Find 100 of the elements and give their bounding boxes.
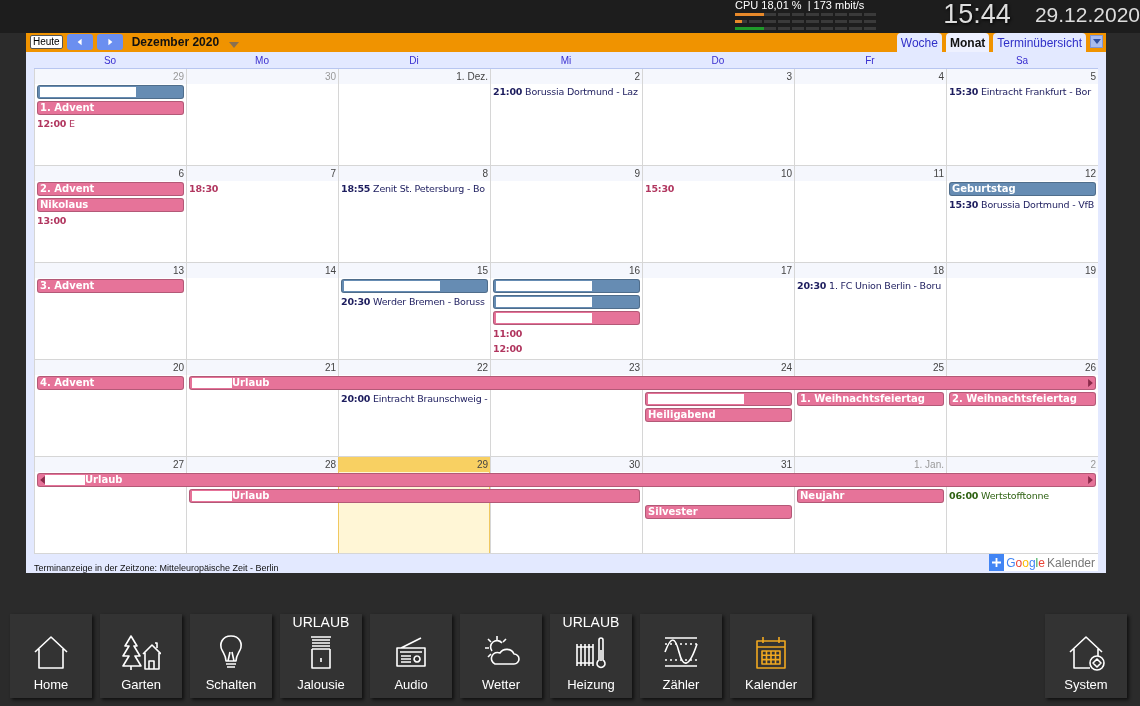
day-number: 14 — [187, 263, 338, 278]
day-number: 1. Jan. — [795, 457, 946, 472]
day-number: 6 — [35, 166, 186, 181]
event-entry[interactable]: 13:00 — [34, 213, 186, 228]
nav-tile[interactable]: Audio — [370, 614, 452, 698]
day-number: 22 — [339, 360, 490, 375]
day-number: 31 — [643, 457, 794, 472]
day-number: 15 — [339, 263, 490, 278]
nav-tile[interactable]: System — [1045, 614, 1127, 698]
nav-tile[interactable]: URLAUB Heizung — [550, 614, 632, 698]
event-bar[interactable]: Geburtstag — [949, 182, 1096, 196]
nav-tile[interactable]: Kalender — [730, 614, 812, 698]
event-entry[interactable]: 11:00 — [490, 326, 642, 341]
day-number: 2 — [947, 457, 1098, 472]
event-entry[interactable]: 15:30 — [642, 181, 794, 197]
date-text: 29.12.2020 — [1034, 2, 1140, 28]
event-title: Urlaub — [232, 489, 270, 503]
event-entry[interactable]: 20:30 Werder Bremen - Boruss — [338, 294, 490, 310]
timezone-note: Terminanzeige in der Zeitzone: Mitteleuropäische Zeit - Berlin — [34, 562, 279, 574]
add-calendar-button[interactable]: Google Kalender — [989, 554, 1098, 571]
day-number: 21 — [187, 360, 338, 375]
day-number: 30 — [491, 457, 642, 472]
weekday-label: Mi — [559, 54, 573, 68]
nav-tile[interactable]: Home — [10, 614, 92, 698]
day-number: 29 — [35, 69, 186, 84]
event-entry[interactable]: 15:30 Eintracht Frankfurt - Bor — [946, 84, 1098, 100]
clock-time: 15:44 — [943, 0, 1011, 28]
day-number: 1. Dez. — [339, 69, 490, 84]
status-label: URLAUB — [291, 614, 351, 630]
day-number: 29 — [339, 457, 490, 472]
event-title: Geburtstag — [952, 182, 1016, 196]
event-title: Urlaub — [85, 473, 123, 487]
right-arrow-icon — [1088, 379, 1093, 387]
event-bar[interactable] — [645, 392, 792, 406]
event-title: Silvester — [648, 505, 698, 519]
today-button[interactable]: Heute — [30, 35, 63, 49]
event-entry[interactable]: 18:30 — [186, 181, 338, 197]
event-entry[interactable]: 20:00 Eintracht Braunschweig - — [338, 391, 490, 407]
dropdown-button[interactable] — [1090, 35, 1103, 48]
day-number: 12 — [947, 166, 1098, 181]
month-title: Dezember 2020 — [131, 35, 220, 49]
event-entry[interactable]: 12:00 — [490, 341, 642, 356]
event-bar[interactable] — [493, 311, 640, 325]
event-title: Urlaub — [232, 376, 270, 390]
day-number: 28 — [187, 457, 338, 472]
view-tab[interactable]: Terminübersicht — [993, 33, 1086, 52]
cpu-reading: CPU 18,01 % — [735, 0, 802, 9]
event-title: 1. Advent — [40, 101, 95, 115]
day-number: 4 — [795, 69, 946, 84]
weekday-label: So — [102, 54, 118, 68]
event-bar[interactable] — [37, 85, 184, 99]
garden-icon — [121, 632, 161, 672]
nav-tile[interactable]: Wetter — [460, 614, 542, 698]
day-number: 11 — [795, 166, 946, 181]
day-number: 16 — [491, 263, 642, 278]
day-number: 27 — [35, 457, 186, 472]
event-entry[interactable]: 21:00 Borussia Dortmund - Laz — [490, 84, 642, 100]
event-entry[interactable]: 18:55 Zenit St. Petersburg - Bo — [338, 181, 490, 197]
day-number: 30 — [187, 69, 338, 84]
day-number: 10 — [643, 166, 794, 181]
event-title: 4. Advent — [40, 376, 95, 390]
right-arrow-icon — [105, 37, 114, 47]
event-bar[interactable] — [493, 295, 640, 309]
nav-tile[interactable]: Garten — [100, 614, 182, 698]
day-number: 20 — [35, 360, 186, 375]
caret-icon — [1092, 39, 1101, 44]
weekday-label: Mo — [254, 54, 270, 68]
day-number: 19 — [947, 263, 1098, 278]
event-title: Nikolaus — [40, 198, 89, 212]
nav-tile[interactable]: Schalten — [190, 614, 272, 698]
day-number: 5 — [947, 69, 1098, 84]
event-title: 2. Advent — [40, 182, 95, 196]
event-bar[interactable] — [493, 279, 640, 293]
view-tab[interactable]: Monat — [945, 33, 990, 52]
event-entry[interactable]: 20:30 1. FC Union Berlin - Boru — [794, 278, 946, 294]
view-tab[interactable]: Woche — [896, 33, 942, 52]
day-number: 2 — [491, 69, 642, 84]
event-title: Neujahr — [800, 489, 845, 503]
plus-icon — [989, 554, 1005, 571]
weekday-label: Di — [408, 54, 420, 68]
day-number: 25 — [795, 360, 946, 375]
day-number: 13 — [35, 263, 186, 278]
event-entry[interactable]: 15:30 Borussia Dortmund - VfB — [946, 197, 1098, 213]
left-arrow-icon — [75, 37, 84, 47]
right-arrow-icon — [1088, 476, 1093, 484]
day-number: 17 — [643, 263, 794, 278]
left-arrow-icon — [40, 476, 45, 484]
event-title: 3. Advent — [40, 279, 95, 293]
day-number: 18 — [795, 263, 946, 278]
nav-tile[interactable]: Zähler — [640, 614, 722, 698]
event-entry[interactable]: 12:00 E — [34, 116, 186, 131]
day-number: 3 — [643, 69, 794, 84]
weekday-label: Do — [710, 54, 726, 68]
day-number: 23 — [491, 360, 642, 375]
event-bar[interactable] — [341, 279, 488, 293]
nav-tile[interactable]: URLAUB Jalousie — [280, 614, 362, 698]
day-number: 9 — [491, 166, 642, 181]
day-number: 24 — [643, 360, 794, 375]
day-number: 26 — [947, 360, 1098, 375]
event-entry[interactable]: 06:00 Wertstofftonne — [946, 488, 1098, 504]
